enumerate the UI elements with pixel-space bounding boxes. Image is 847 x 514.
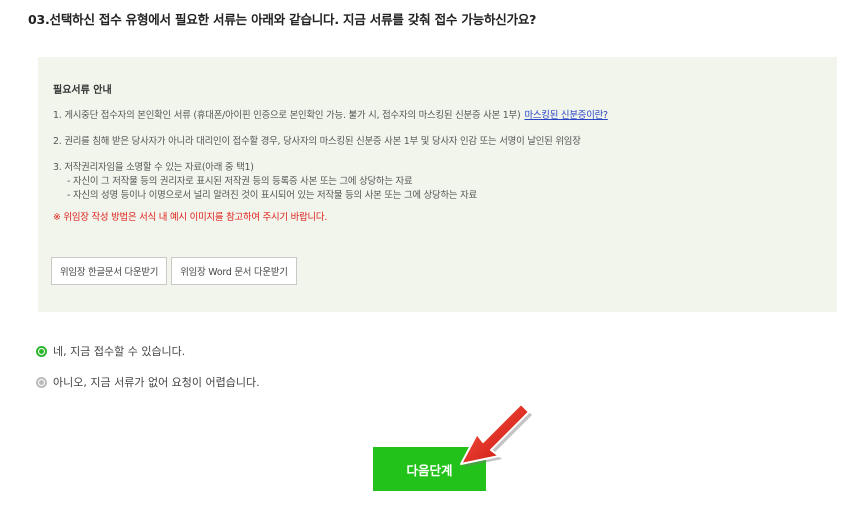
notice-title: 필요서류 안내 bbox=[53, 85, 112, 96]
radio-option-yes[interactable]: 네, 지금 접수할 수 있습니다. bbox=[36, 343, 185, 359]
required-documents-notice: 필요서류 안내 1. 게시중단 접수자의 본인확인 서류 (휴대폰/아이핀 인증… bbox=[38, 57, 837, 312]
red-arrow-pointer-icon bbox=[460, 403, 532, 467]
radio-option-yes-label: 네, 지금 접수할 수 있습니다. bbox=[53, 345, 186, 358]
masked-id-info-link[interactable]: 마스킹된 신분증이란? bbox=[524, 110, 608, 121]
download-buttons: 위임장 한글문서 다운받기 위임장 Word 문서 다운받기 bbox=[51, 257, 297, 285]
radio-option-no[interactable]: 아니오, 지금 서류가 없어 요청이 어렵습니다. bbox=[36, 374, 260, 390]
download-word-button[interactable]: 위임장 Word 문서 다운받기 bbox=[171, 257, 297, 285]
notice-item-3: 3. 저작권리자임을 소명할 수 있는 자료(아래 중 택1) bbox=[53, 162, 254, 173]
notice-item-1: 1. 게시중단 접수자의 본인확인 서류 (휴대폰/아이핀 인증으로 본인확인 … bbox=[53, 109, 822, 123]
notice-item-2: 2. 권리를 침해 받은 당사자가 아니라 대리인이 접수할 경우, 당사자의 … bbox=[53, 136, 581, 147]
radio-option-no-label: 아니오, 지금 서류가 없어 요청이 어렵습니다. bbox=[53, 376, 260, 389]
notice-item-3-sub-2: - 자신의 성명 등이나 이명으로서 널리 알려진 것이 표시되어 있는 저작물… bbox=[67, 190, 477, 201]
question-title: 03.선택하신 접수 유형에서 필요한 서류는 아래와 같습니다. 지금 서류를… bbox=[28, 12, 537, 27]
notice-item-3-sub-1: - 자신이 그 저작물 등의 권리자로 표시된 저작권 등의 등록증 사본 또는… bbox=[67, 176, 413, 187]
download-hwp-button[interactable]: 위임장 한글문서 다운받기 bbox=[51, 257, 168, 285]
notice-warning: ※ 위임장 작성 방법은 서식 내 예시 이미지를 참고하여 주시기 바랍니다. bbox=[53, 212, 328, 223]
radio-checked-icon[interactable] bbox=[36, 345, 47, 357]
radio-unchecked-icon[interactable] bbox=[36, 376, 47, 388]
notice-item-1-text: 1. 게시중단 접수자의 본인확인 서류 (휴대폰/아이핀 인증으로 본인확인 … bbox=[53, 110, 521, 121]
